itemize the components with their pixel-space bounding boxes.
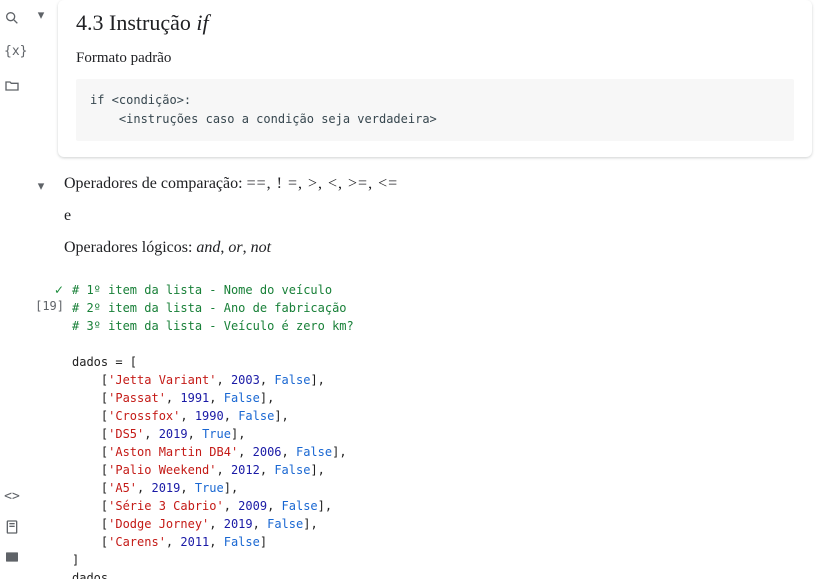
- collapse-arrow-icon[interactable]: ▾: [38, 8, 45, 23]
- text-cell-heading[interactable]: 4.3 Instrução if Formato padrão if <cond…: [58, 0, 812, 157]
- section-heading: 4.3 Instrução if: [76, 10, 794, 36]
- text-cell-operators[interactable]: Operadores de comparação: ==, ! =, >, <,…: [58, 171, 816, 277]
- notebook-main: ▾ 4.3 Instrução if Formato padrão if <co…: [24, 0, 816, 579]
- doc-icon[interactable]: [4, 519, 20, 535]
- logic-not: not: [251, 239, 271, 256]
- vars-icon[interactable]: {x}: [4, 44, 20, 60]
- logic-line: Operadores lógicos: and, or, not: [64, 239, 798, 257]
- terminal-icon[interactable]: [4, 549, 20, 565]
- check-icon: ✓: [54, 283, 64, 297]
- code-content[interactable]: # 1º item da lista - Nome do veículo # 2…: [70, 281, 816, 579]
- code-cell[interactable]: ✓ [19] # 1º item da lista - Nome do veíc…: [24, 281, 816, 579]
- heading-prefix: 4.3 Instrução: [76, 10, 196, 35]
- logic-or: or: [228, 239, 242, 256]
- compare-ops: ==, ! =, >, <, >=, <=: [247, 175, 399, 192]
- code-icon[interactable]: <>: [4, 489, 20, 505]
- logic-label: Operadores lógicos:: [64, 239, 196, 256]
- logic-and: and: [196, 239, 220, 256]
- heading-keyword: if: [196, 10, 208, 35]
- collapse-arrow-icon[interactable]: ▾: [38, 179, 45, 194]
- e-line: e: [64, 207, 798, 225]
- subheading: Formato padrão: [76, 50, 794, 67]
- exec-prompt: [19]: [35, 299, 64, 313]
- compare-label: Operadores de comparação:: [64, 175, 247, 192]
- left-rail: {x} <>: [0, 0, 24, 579]
- files-icon[interactable]: [4, 78, 20, 94]
- code-snippet: if <condição>: <instruções caso a condiç…: [76, 79, 794, 141]
- search-icon[interactable]: [4, 10, 20, 26]
- compare-line: Operadores de comparação: ==, ! =, >, <,…: [64, 175, 798, 193]
